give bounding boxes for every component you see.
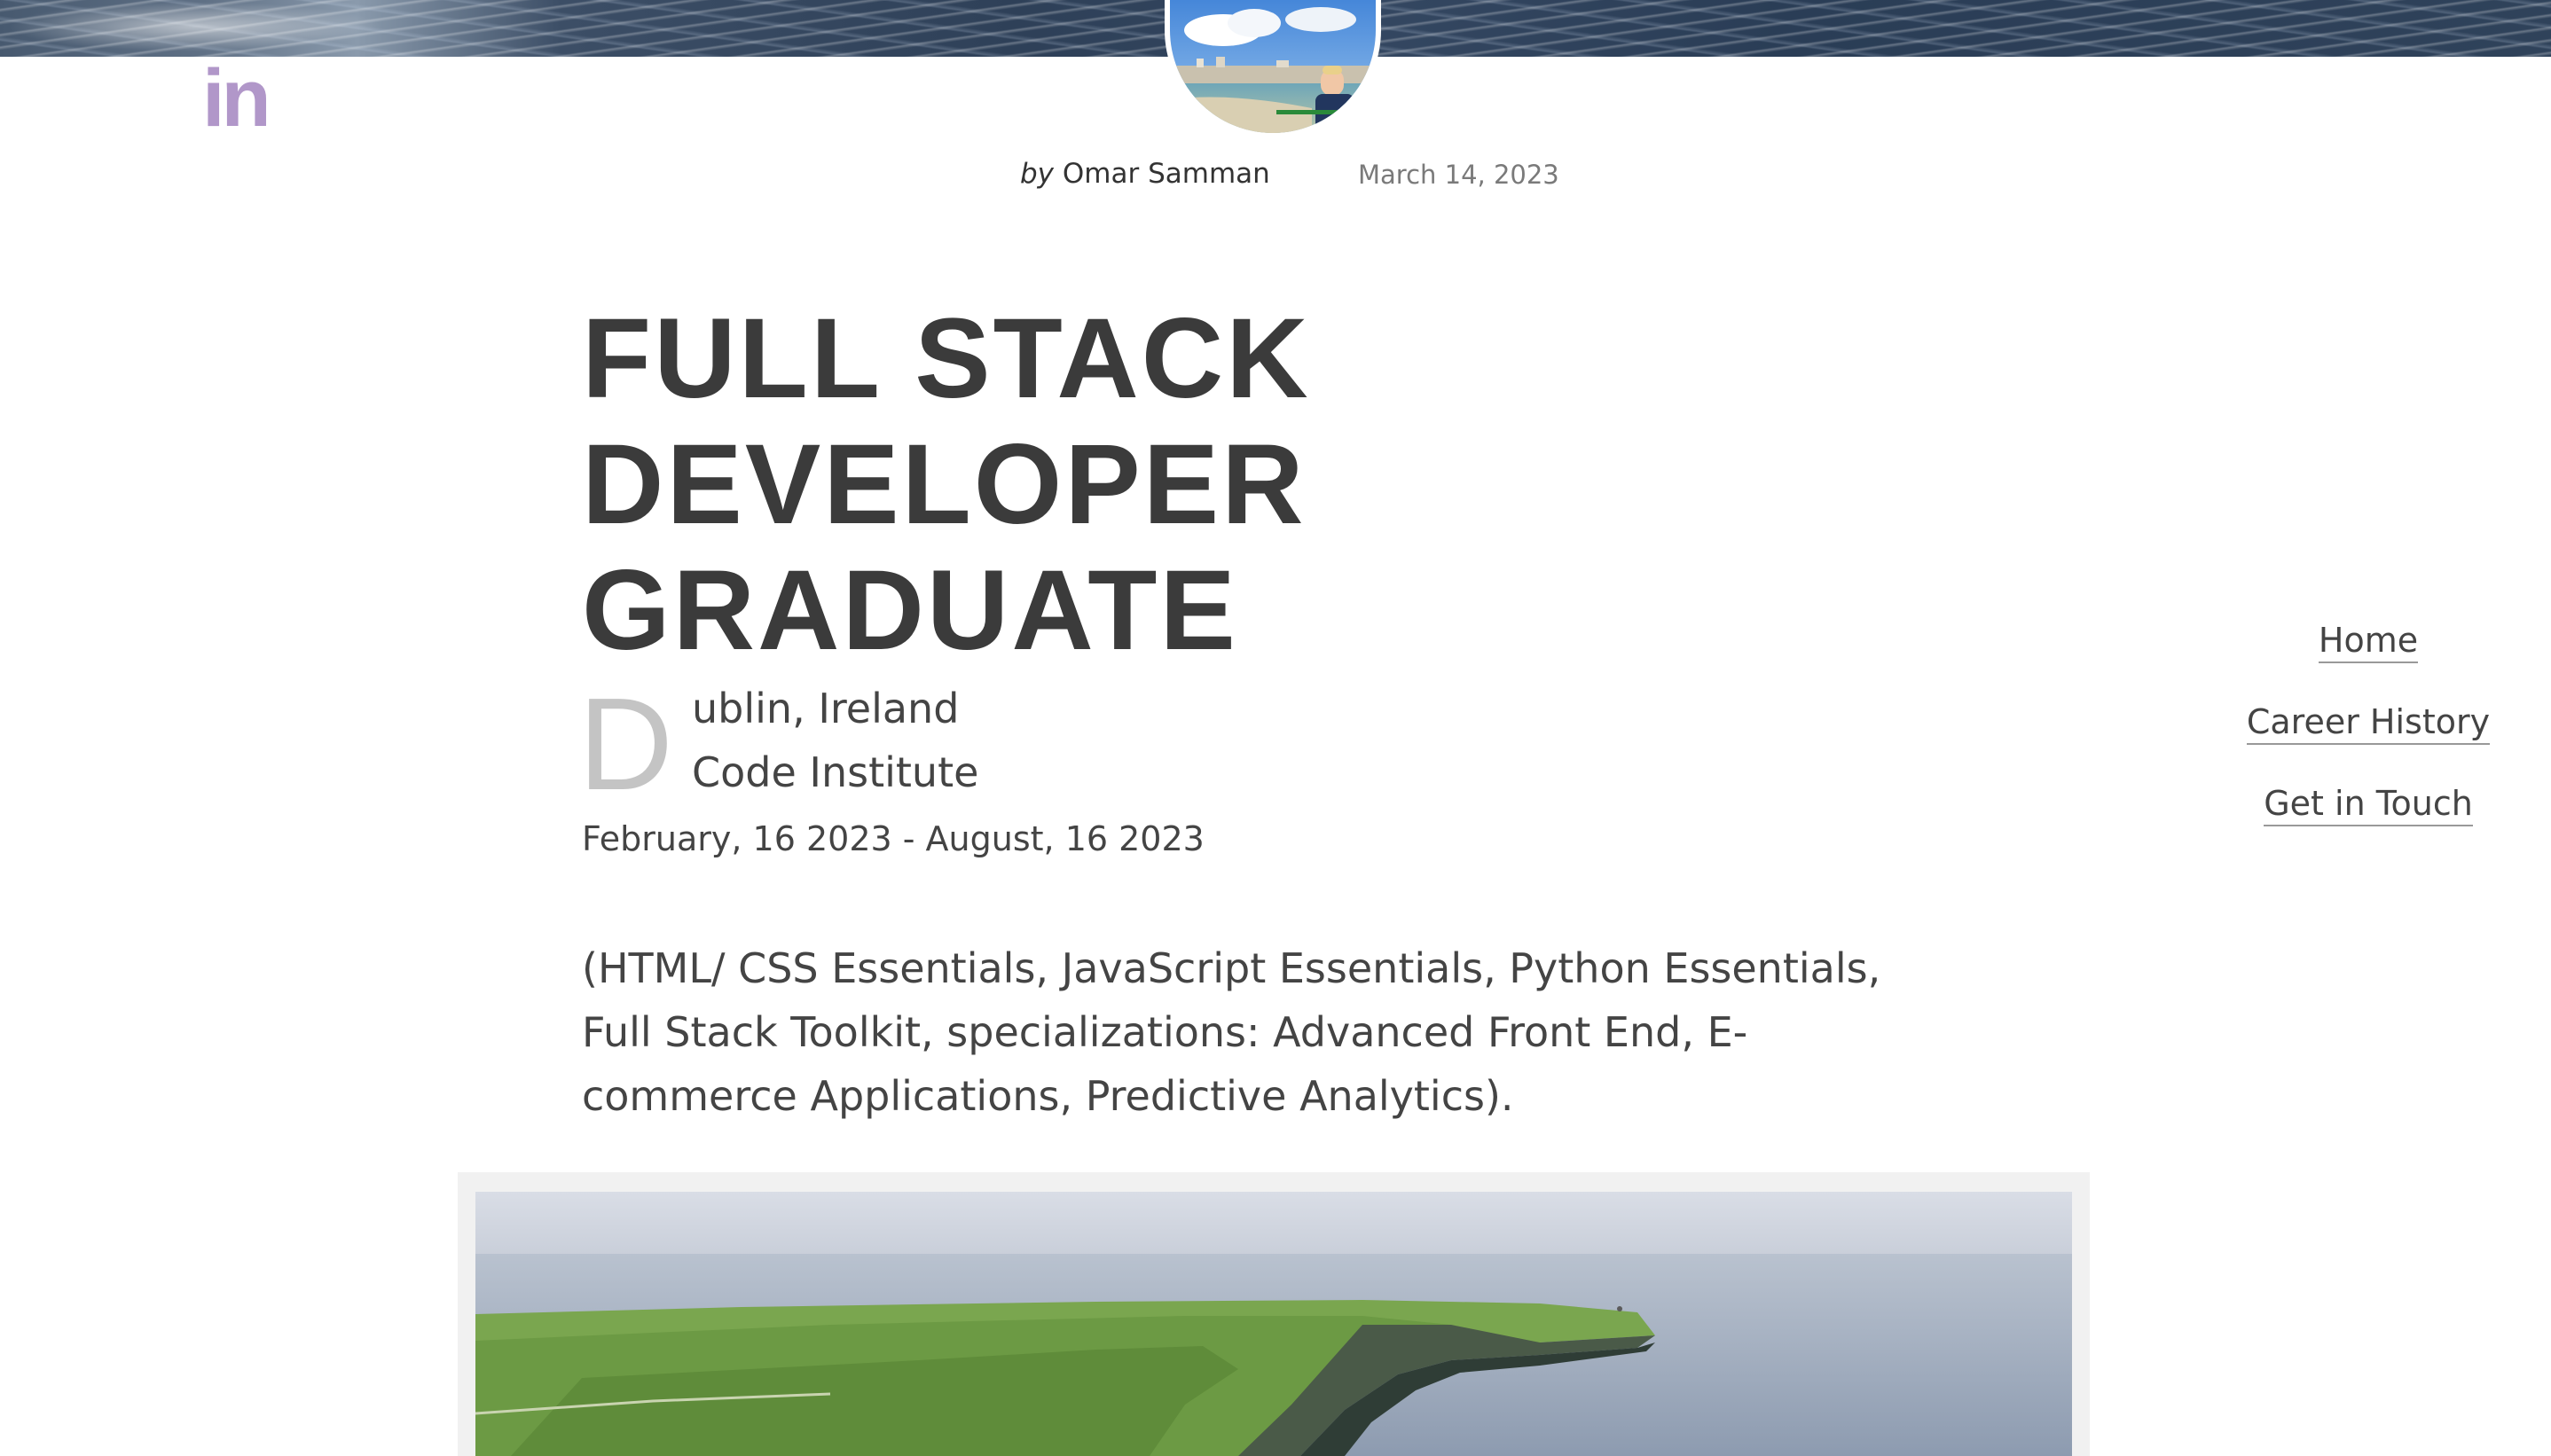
title-line-3: GRADUATE xyxy=(582,547,1238,674)
page-title: FULL STACK DEVELOPER GRADUATE xyxy=(582,296,1558,674)
location-text: ublin, Ireland xyxy=(692,685,960,732)
course-description: (HTML/ CSS Essentials, JavaScript Essent… xyxy=(582,944,1881,1120)
date-range: February, 16 2023 - August, 16 2023 xyxy=(582,819,1205,858)
author-name: Omar Samman xyxy=(1062,158,1270,190)
title-line-2: DEVELOPER xyxy=(582,421,1307,548)
cliffs-photo xyxy=(475,1192,2072,1456)
nav-home-link[interactable]: Home xyxy=(2200,621,2537,663)
nav-get-in-touch-label: Get in Touch xyxy=(2264,784,2473,826)
nav-home-label: Home xyxy=(2318,621,2419,663)
photo-frame xyxy=(458,1172,2090,1456)
title-line-1: FULL STACK xyxy=(582,295,1311,422)
byline: by Omar Samman xyxy=(1020,158,1270,197)
post-date: March 14, 2023 xyxy=(1358,160,1559,190)
author-avatar xyxy=(1165,0,1381,138)
nav-career-history-link[interactable]: Career History xyxy=(2200,702,2537,745)
institution-text: Code Institute xyxy=(692,748,979,796)
drop-cap: D xyxy=(578,671,673,818)
nav-get-in-touch-link[interactable]: Get in Touch xyxy=(2200,784,2537,826)
nav-career-history-label: Career History xyxy=(2246,702,2491,745)
linkedin-icon[interactable]: in xyxy=(202,58,273,139)
byline-prefix: by xyxy=(1020,158,1055,190)
